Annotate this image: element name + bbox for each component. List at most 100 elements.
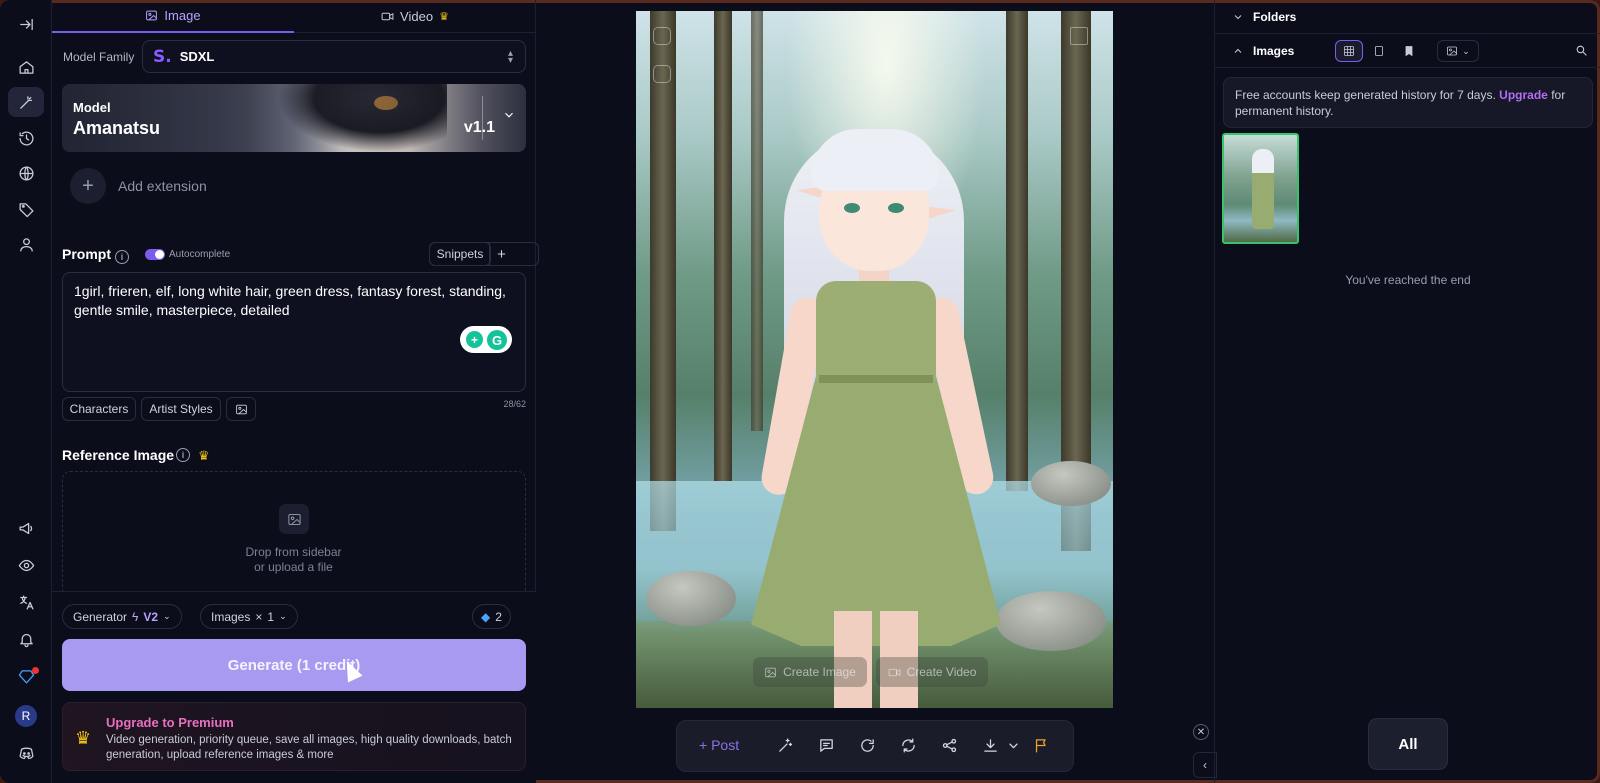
add-extension-button[interactable]: + Add extension	[70, 168, 207, 204]
comment-icon[interactable]	[818, 737, 838, 757]
images-label: Images	[211, 609, 251, 624]
generator-label: Generator	[73, 609, 128, 624]
variation-icon[interactable]	[900, 737, 920, 757]
user-icon[interactable]	[8, 229, 44, 259]
single-view-icon[interactable]	[1365, 40, 1393, 62]
tab-video[interactable]: Video ♛	[294, 0, 536, 33]
model-version: v1.1	[463, 119, 495, 136]
model-family-value: SDXL	[179, 49, 215, 64]
rock	[1031, 461, 1111, 506]
image-icon	[765, 667, 776, 677]
images-section-header: Images ⌄	[1215, 34, 1600, 68]
model-card[interactable]: Model Amanatsu v1.1	[62, 84, 526, 152]
tree-trunk	[714, 11, 732, 481]
bookmark-filter-icon[interactable]	[1395, 40, 1423, 62]
post-button[interactable]: + Post	[699, 737, 739, 753]
expand-sidebar-icon[interactable]	[8, 9, 44, 39]
grammarly-g-icon: G	[487, 330, 507, 350]
character-eye	[844, 203, 860, 213]
select-overlay-icon[interactable]	[653, 27, 671, 45]
tag-icon[interactable]	[8, 194, 44, 224]
chevron-down-icon: ⌄	[279, 611, 287, 621]
gem-icon: ◆	[481, 609, 491, 624]
chevron-down-icon[interactable]	[502, 108, 518, 124]
prompt-token-counter: 28/62	[503, 399, 526, 409]
home-icon[interactable]	[8, 52, 44, 82]
grid-view-icon[interactable]	[1335, 40, 1363, 62]
image-filter-icon	[1447, 46, 1458, 56]
upgrade-premium-banner[interactable]: ♛ Upgrade to Premium Video generation, p…	[62, 702, 526, 771]
bookmark-icon[interactable]	[1070, 27, 1088, 45]
dropzone-line-1: Drop from sidebar	[245, 545, 342, 559]
globe-icon[interactable]	[8, 158, 44, 188]
generate-wand-icon[interactable]	[8, 87, 44, 117]
download-options-chevron-icon[interactable]	[1005, 737, 1018, 757]
eye-icon[interactable]	[8, 550, 44, 580]
upload-image-icon	[279, 504, 309, 534]
enhance-sparkle-icon[interactable]	[777, 737, 797, 757]
characters-chip[interactable]: Characters	[62, 397, 136, 421]
megaphone-icon[interactable]	[8, 513, 44, 543]
search-icon[interactable]	[1575, 44, 1589, 58]
tree-trunk	[1006, 11, 1028, 491]
rock	[646, 571, 736, 626]
generator-value: V2	[143, 609, 159, 624]
chevron-down-icon: ⌄	[1462, 45, 1470, 56]
tab-image[interactable]: Image	[52, 0, 294, 33]
upgrade-link[interactable]: Upgrade	[1499, 88, 1548, 102]
view-mode-group	[1335, 40, 1425, 62]
image-to-prompt-icon[interactable]	[226, 397, 256, 421]
app-window: R Image Video ♛ Model Family S. SDXL ▴▾	[0, 0, 1600, 783]
bell-icon[interactable]	[8, 624, 44, 654]
model-family-select[interactable]: S. SDXL ▴ ▾	[142, 40, 526, 73]
translate-icon[interactable]	[8, 587, 44, 617]
chevron-down-icon	[1232, 10, 1244, 22]
media-filter-select[interactable]: ⌄	[1437, 40, 1479, 62]
autocomplete-toggle[interactable]	[145, 249, 165, 260]
images-title: Images	[1253, 44, 1295, 58]
avatar[interactable]: R	[15, 705, 37, 727]
generated-image[interactable]: Create Image Create Video	[636, 11, 1113, 708]
chevron-up-icon[interactable]	[1232, 44, 1244, 56]
notice-text: Free accounts keep generated history for…	[1235, 88, 1496, 102]
tree-trunk	[650, 11, 676, 531]
tab-image-label: Image	[164, 8, 201, 23]
history-icon[interactable]	[8, 123, 44, 153]
tree-trunk	[751, 11, 763, 431]
artist-styles-chip[interactable]: Artist Styles	[141, 397, 221, 421]
download-icon[interactable]	[982, 737, 1002, 757]
folders-title: Folders	[1253, 10, 1297, 24]
generate-button[interactable]: Generate (1 credit)	[62, 639, 526, 691]
video-icon	[888, 668, 900, 676]
snippets-button[interactable]: Snippets	[429, 242, 491, 266]
compare-overlay-icon[interactable]	[653, 65, 671, 83]
end-of-list-text: You've reached the end	[1345, 273, 1471, 287]
discord-icon[interactable]	[8, 738, 44, 768]
share-icon[interactable]	[941, 737, 961, 757]
history-retention-notice: Free accounts keep generated history for…	[1223, 77, 1593, 128]
gem-balance[interactable]: ◆ 2	[472, 604, 511, 629]
prompt-title: Prompt	[62, 246, 111, 262]
close-icon[interactable]: ✕	[1193, 724, 1209, 740]
image-viewer: Create Image Create Video + Post ✕ ‹	[536, 0, 1217, 783]
gem-shop-icon[interactable]	[8, 661, 44, 691]
info-icon[interactable]: i	[176, 448, 190, 462]
create-video-button[interactable]: Create Video	[876, 657, 988, 687]
info-icon[interactable]: i	[115, 250, 129, 264]
regenerate-icon[interactable]	[859, 737, 879, 757]
grammarly-widget[interactable]: + G	[460, 326, 512, 353]
report-flag-icon[interactable]	[1033, 737, 1053, 757]
all-filter-button[interactable]: All	[1368, 718, 1448, 770]
chevron-down-icon: ⌄	[163, 611, 171, 621]
generation-panel: Image Video ♛ Model Family S. SDXL ▴ ▾ Mo…	[52, 0, 539, 783]
add-snippet-plus-icon[interactable]: +	[489, 242, 513, 266]
images-count-select[interactable]: Images × 1 ⌄	[200, 604, 298, 629]
reference-image-dropzone[interactable]: Drop from sidebar or upload a file	[62, 471, 526, 596]
autocomplete-label: Autocomplete	[169, 249, 231, 260]
prompt-textarea[interactable]: 1girl, frieren, elf, long white hair, gr…	[62, 272, 526, 392]
folders-section-header[interactable]: Folders	[1215, 0, 1600, 34]
generator-select[interactable]: Generator ϟ V2 ⌄	[62, 604, 182, 629]
history-thumbnail[interactable]	[1222, 133, 1299, 244]
create-image-button[interactable]: Create Image	[753, 657, 867, 687]
character-belt	[819, 375, 933, 383]
